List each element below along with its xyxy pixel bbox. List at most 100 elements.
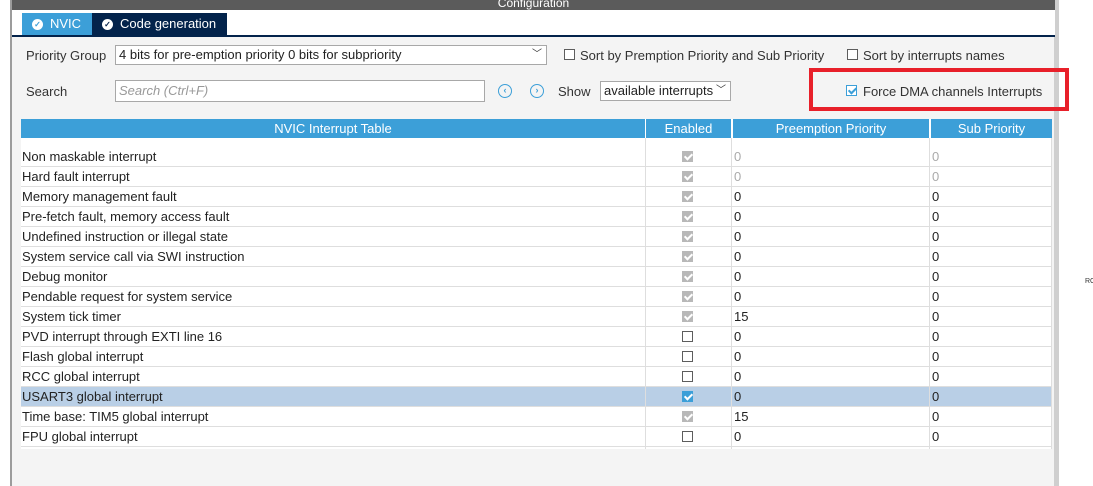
preemption-priority-cell[interactable]: 15 xyxy=(734,307,748,327)
interrupt-name: Memory management fault xyxy=(22,189,177,204)
column-divider xyxy=(645,138,646,449)
interrupt-name: Pendable request for system service xyxy=(22,289,233,304)
enabled-checkbox[interactable] xyxy=(682,211,693,222)
priority-group-select[interactable]: 4 bits for pre-emption priority 0 bits f… xyxy=(115,45,547,65)
enabled-checkbox[interactable] xyxy=(682,251,693,262)
table-row[interactable]: Pendable request for system service 0 0 xyxy=(21,287,1052,307)
interrupt-name: FPU global interrupt xyxy=(22,429,138,444)
preemption-priority-cell[interactable]: 0 xyxy=(734,327,741,347)
preemption-priority-cell[interactable]: 0 xyxy=(734,427,741,447)
table-row[interactable]: Debug monitor 0 0 xyxy=(21,267,1052,287)
header-name[interactable]: NVIC Interrupt Table xyxy=(21,119,645,138)
sub-priority-cell[interactable]: 0 xyxy=(932,327,939,347)
sub-priority-cell[interactable]: 0 xyxy=(932,367,939,387)
show-value: available interrupts xyxy=(604,83,714,98)
table-row[interactable]: PVD interrupt through EXTI line 16 0 0 xyxy=(21,327,1052,347)
sub-priority-cell[interactable]: 0 xyxy=(932,267,939,287)
header-enabled[interactable]: Enabled xyxy=(646,119,731,138)
header-preemption[interactable]: Preemption Priority xyxy=(733,119,929,138)
preemption-priority-cell[interactable]: 0 xyxy=(734,147,741,167)
preemption-priority-cell[interactable]: 0 xyxy=(734,227,741,247)
sub-priority-cell[interactable]: 0 xyxy=(932,427,939,447)
show-label: Show xyxy=(558,84,591,99)
enabled-checkbox[interactable] xyxy=(682,391,693,402)
tab-nvic[interactable]: ✓ NVIC xyxy=(22,13,102,35)
outer-margin xyxy=(0,0,10,486)
preemption-priority-cell[interactable]: 0 xyxy=(734,387,741,407)
sort-names-checkbox[interactable] xyxy=(847,49,858,60)
table-row[interactable]: System tick timer 15 0 xyxy=(21,307,1052,327)
preemption-priority-cell[interactable]: 0 xyxy=(734,247,741,267)
preemption-priority-cell[interactable]: 0 xyxy=(734,267,741,287)
enabled-checkbox[interactable] xyxy=(682,151,693,162)
check-circle-icon: ✓ xyxy=(102,18,113,30)
chevron-right-circle-icon[interactable]: › xyxy=(530,84,544,98)
table-row[interactable]: Pre-fetch fault, memory access fault 0 0 xyxy=(21,207,1052,227)
sub-priority-cell[interactable]: 0 xyxy=(932,227,939,247)
enabled-checkbox[interactable] xyxy=(682,431,693,442)
interrupt-name: System tick timer xyxy=(22,309,121,324)
sub-priority-cell[interactable]: 0 xyxy=(932,387,939,407)
preemption-priority-cell[interactable]: 0 xyxy=(734,167,741,187)
sub-priority-cell[interactable]: 0 xyxy=(932,147,939,167)
sub-priority-cell[interactable]: 0 xyxy=(932,347,939,367)
sort-premption-checkbox[interactable] xyxy=(564,49,575,60)
column-divider xyxy=(929,138,930,449)
sub-priority-cell[interactable]: 0 xyxy=(932,247,939,267)
table-row[interactable]: Hard fault interrupt 0 0 xyxy=(21,167,1052,187)
chevron-down-icon: ﹀ xyxy=(716,85,726,96)
enabled-checkbox[interactable] xyxy=(682,291,693,302)
table-row[interactable]: Memory management fault 0 0 xyxy=(21,187,1052,207)
enabled-checkbox[interactable] xyxy=(682,351,693,362)
configuration-titlebar: Configuration xyxy=(12,0,1055,10)
search-placeholder: Search (Ctrl+F) xyxy=(119,83,209,98)
interrupt-name: Non maskable interrupt xyxy=(22,149,157,164)
side-fragment-text: RC xyxy=(1085,278,1093,285)
check-circle-icon: ✓ xyxy=(32,18,43,30)
enabled-checkbox[interactable] xyxy=(682,171,693,182)
tab-code-generation[interactable]: ✓ Code generation xyxy=(92,13,227,35)
interrupt-name: Undefined instruction or illegal state xyxy=(22,229,228,244)
enabled-checkbox[interactable] xyxy=(682,411,693,422)
header-sub[interactable]: Sub Priority xyxy=(931,119,1052,138)
interrupt-name: Pre-fetch fault, memory access fault xyxy=(22,209,230,224)
annotation-highlight-box xyxy=(809,68,1069,111)
preemption-priority-cell[interactable]: 15 xyxy=(734,407,748,427)
sub-priority-cell[interactable]: 0 xyxy=(932,407,939,427)
table-row[interactable]: USART3 global interrupt 0 0 xyxy=(21,387,1052,407)
table-row[interactable]: Undefined instruction or illegal state 0 0 xyxy=(21,227,1052,247)
window-title: Configuration xyxy=(497,0,570,10)
enabled-checkbox[interactable] xyxy=(682,311,693,322)
enabled-checkbox[interactable] xyxy=(682,271,693,282)
priority-group-value: 4 bits for pre-emption priority 0 bits f… xyxy=(119,47,402,62)
sub-priority-cell[interactable]: 0 xyxy=(932,307,939,327)
enabled-checkbox[interactable] xyxy=(682,331,693,342)
table-row[interactable]: RCC global interrupt 0 0 xyxy=(21,367,1052,387)
table-row[interactable]: System service call via SWI instruction 0… xyxy=(21,247,1052,267)
sub-priority-cell[interactable]: 0 xyxy=(932,187,939,207)
show-select[interactable]: available interrupts ﹀ xyxy=(600,81,731,101)
table-header: NVIC Interrupt Table Enabled Preemption … xyxy=(21,119,1052,138)
preemption-priority-cell[interactable]: 0 xyxy=(734,347,741,367)
preemption-priority-cell[interactable]: 0 xyxy=(734,187,741,207)
enabled-checkbox[interactable] xyxy=(682,191,693,202)
search-input[interactable]: Search (Ctrl+F) xyxy=(115,80,485,102)
preemption-priority-cell[interactable]: 0 xyxy=(734,207,741,227)
nvic-interrupt-table: NVIC Interrupt Table Enabled Preemption … xyxy=(21,119,1052,449)
enabled-checkbox[interactable] xyxy=(682,231,693,242)
chevron-down-icon: ﹀ xyxy=(532,49,542,60)
preemption-priority-cell[interactable]: 0 xyxy=(734,287,741,307)
interrupt-name: Time base: TIM5 global interrupt xyxy=(22,409,209,424)
sub-priority-cell[interactable]: 0 xyxy=(932,167,939,187)
chevron-left-circle-icon[interactable]: ‹ xyxy=(498,84,512,98)
tab-code-generation-label: Code generation xyxy=(120,16,217,31)
enabled-checkbox[interactable] xyxy=(682,371,693,382)
tab-nvic-label: NVIC xyxy=(50,16,82,31)
table-row[interactable]: Non maskable interrupt 0 0 xyxy=(21,147,1052,167)
preemption-priority-cell[interactable]: 0 xyxy=(734,367,741,387)
sub-priority-cell[interactable]: 0 xyxy=(932,207,939,227)
table-row[interactable]: Flash global interrupt 0 0 xyxy=(21,347,1052,367)
table-row[interactable]: Time base: TIM5 global interrupt 15 0 xyxy=(21,407,1052,427)
table-row[interactable]: FPU global interrupt 0 0 xyxy=(21,427,1052,447)
sub-priority-cell[interactable]: 0 xyxy=(932,287,939,307)
